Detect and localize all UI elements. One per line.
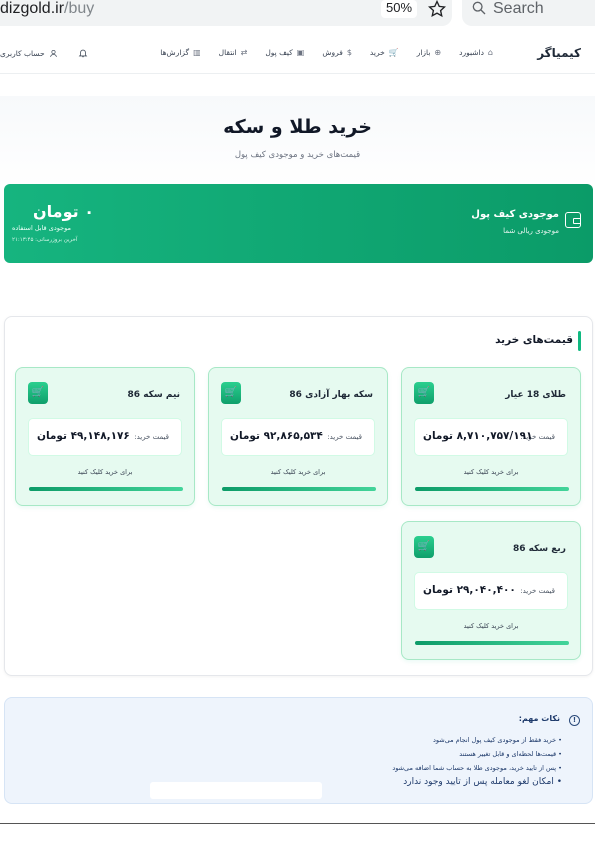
text-overlay-box xyxy=(150,782,322,799)
page-title: خرید طلا و سکه xyxy=(223,116,372,138)
url-text[interactable]: dizgold.ir/buy xyxy=(0,0,94,18)
product-name: نیم سکه 86 xyxy=(127,390,180,400)
chart-icon: ▥ xyxy=(193,48,201,57)
cart-icon[interactable]: 🛒 xyxy=(28,382,48,404)
zoom-level[interactable]: 50% xyxy=(381,0,417,18)
price-label: قیمت خرید: xyxy=(134,433,169,441)
hero-section xyxy=(0,96,595,188)
card-accent-bar xyxy=(415,641,569,645)
cart-icon[interactable]: 🛒 xyxy=(221,382,241,404)
card-accent-bar xyxy=(415,487,569,491)
price-value: ۲۹,۰۴۰,۴۰۰ تومان xyxy=(423,584,516,596)
list-item: خرید فقط از موجودی کیف پول انجام می‌شود xyxy=(392,733,562,747)
card-accent-bar xyxy=(222,487,376,491)
notes-title: نکات مهم: xyxy=(518,714,560,723)
price-box: قیمت خرید: ۹۲,۸۶۵,۵۳۴ تومان xyxy=(221,418,375,456)
price-card-quarter-coin[interactable]: ربع سکه 86 🛒 قیمت خرید: ۲۹,۰۴۰,۴۰۰ تومان… xyxy=(401,521,581,660)
info-icon: ! xyxy=(569,715,580,726)
price-value: ۴۹,۱۴۸,۱۷۶ تومان xyxy=(37,430,130,442)
cart-icon: 🛒 xyxy=(388,48,399,57)
click-to-buy-hint: برای خرید کلیک کنید xyxy=(463,468,519,476)
nav-item-wallet[interactable]: ▣ کیف پول xyxy=(265,48,304,57)
top-navigation: کیمیاگر ⌂ داشبورد ⊕ بازار 🛒 خرید $ فروش ▣ کیف… xyxy=(0,36,595,74)
click-to-buy-hint: برای خرید کلیک کنید xyxy=(463,622,519,630)
nav-item-transfer[interactable]: ⇄ انتقال xyxy=(219,48,248,57)
browser-toolbar: dizgold.ir/buy 50% Search xyxy=(0,0,595,26)
wallet-icon: ▣ xyxy=(296,48,305,57)
section-accent-bar xyxy=(578,331,581,351)
price-box: قیمت خرید: ۲۹,۰۴۰,۴۰۰ تومان xyxy=(414,572,568,610)
price-box: قیمت خرید: ۴۹,۱۴۸,۱۷۶ تومان xyxy=(28,418,182,456)
price-card-half-coin[interactable]: نیم سکه 86 🛒 قیمت خرید: ۴۹,۱۴۸,۱۷۶ تومان… xyxy=(15,367,195,506)
nav-item-label: کیف پول xyxy=(265,48,293,57)
search-icon xyxy=(472,1,486,15)
price-card-bahar-azadi[interactable]: سکه بهار آزادی 86 🛒 قیمت خرید: ۹۲,۸۶۵,۵۳… xyxy=(208,367,388,506)
nav-item-label: داشبورد xyxy=(459,48,484,57)
section-title: قیمت‌های خرید xyxy=(495,334,573,346)
url-host: dizgold.ir xyxy=(0,0,65,17)
wallet-title: موجودی کیف پول xyxy=(471,209,559,220)
account-menu[interactable]: حساب کاربری xyxy=(0,49,58,58)
nav-item-reports[interactable]: ▥ گزارش‌ها xyxy=(160,48,200,57)
price-value: ۸,۷۱۰,۷۵۷/۱۹۱ تومان xyxy=(423,430,533,442)
price-card-gold-18k[interactable]: طلای 18 عیار 🛒 قیمت خرید: ۸,۷۱۰,۷۵۷/۱۹۱ … xyxy=(401,367,581,506)
price-label: قیمت خرید: xyxy=(327,433,362,441)
wallet-banner: موجودی کیف پول موجودی ریالی شما ۰ تومان xyxy=(4,184,593,263)
list-item: پس از تایید خرید، موجودی طلا به حساب شما… xyxy=(392,761,562,775)
list-item: قیمت‌ها لحظه‌ای و قابل تغییر هستند xyxy=(392,747,562,761)
price-value: ۹۲,۸۶۵,۵۳۴ تومان xyxy=(230,430,323,442)
wallet-last-updated: آخرین بروزرسانی: ۲۱:۱۳:۴۵ xyxy=(12,237,78,243)
wallet-subtitle: موجودی ریالی شما xyxy=(503,227,559,235)
globe-icon: ⊕ xyxy=(434,48,442,57)
card-accent-bar xyxy=(29,487,183,491)
page-divider xyxy=(0,823,595,824)
nav-item-label: انتقال xyxy=(218,48,237,57)
click-to-buy-hint: برای خرید کلیک کنید xyxy=(77,468,133,476)
wallet-available-label: موجودی قابل استفاده xyxy=(12,224,71,232)
nav-item-label: فروش xyxy=(322,48,343,57)
dollar-icon: $ xyxy=(346,48,352,57)
search-placeholder[interactable]: Search xyxy=(493,0,544,18)
page-subtitle: قیمت‌های خرید و موجودی کیف پول xyxy=(234,150,361,160)
user-icon xyxy=(49,49,57,57)
account-label: حساب کاربری xyxy=(0,48,45,58)
cart-icon[interactable]: 🛒 xyxy=(414,536,434,558)
wallet-balance: ۰ تومان xyxy=(33,202,94,221)
nav-item-dashboard[interactable]: ⌂ داشبورد xyxy=(459,48,493,57)
nav-item-sell[interactable]: $ فروش xyxy=(322,48,352,57)
transfer-icon: ⇄ xyxy=(240,48,248,57)
list-item: امکان لغو معامله پس از تایید وجود ندارد xyxy=(392,775,562,789)
price-box: قیمت خرید: ۸,۷۱۰,۷۵۷/۱۹۱ تومان xyxy=(414,418,568,456)
home-icon: ⌂ xyxy=(487,48,493,57)
nav-item-buy[interactable]: 🛒 خرید xyxy=(370,48,399,57)
product-name: ربع سکه 86 xyxy=(512,544,566,554)
click-to-buy-hint: برای خرید کلیک کنید xyxy=(270,468,326,476)
wallet-icon xyxy=(565,212,581,228)
nav-menu: ⌂ داشبورد ⊕ بازار 🛒 خرید $ فروش ▣ کیف پول ⇄ ان… xyxy=(160,48,493,57)
cart-icon[interactable]: 🛒 xyxy=(414,382,434,404)
url-path: /buy xyxy=(64,0,95,17)
nav-user-area: حساب کاربری xyxy=(0,48,88,58)
bell-icon[interactable] xyxy=(78,48,88,58)
product-name: طلای 18 عیار xyxy=(505,390,566,400)
nav-item-label: گزارش‌ها xyxy=(160,48,190,57)
product-name: سکه بهار آزادی 86 xyxy=(289,390,373,400)
nav-item-label: خرید xyxy=(369,48,385,57)
nav-item-label: بازار xyxy=(416,48,431,57)
notes-list: خرید فقط از موجودی کیف پول انجام می‌شود … xyxy=(392,733,562,789)
brand-logo[interactable]: کیمیاگر xyxy=(537,46,581,60)
bookmark-star-icon[interactable] xyxy=(428,0,446,18)
nav-item-market[interactable]: ⊕ بازار xyxy=(417,48,441,57)
price-label: قیمت خرید: xyxy=(520,587,555,595)
